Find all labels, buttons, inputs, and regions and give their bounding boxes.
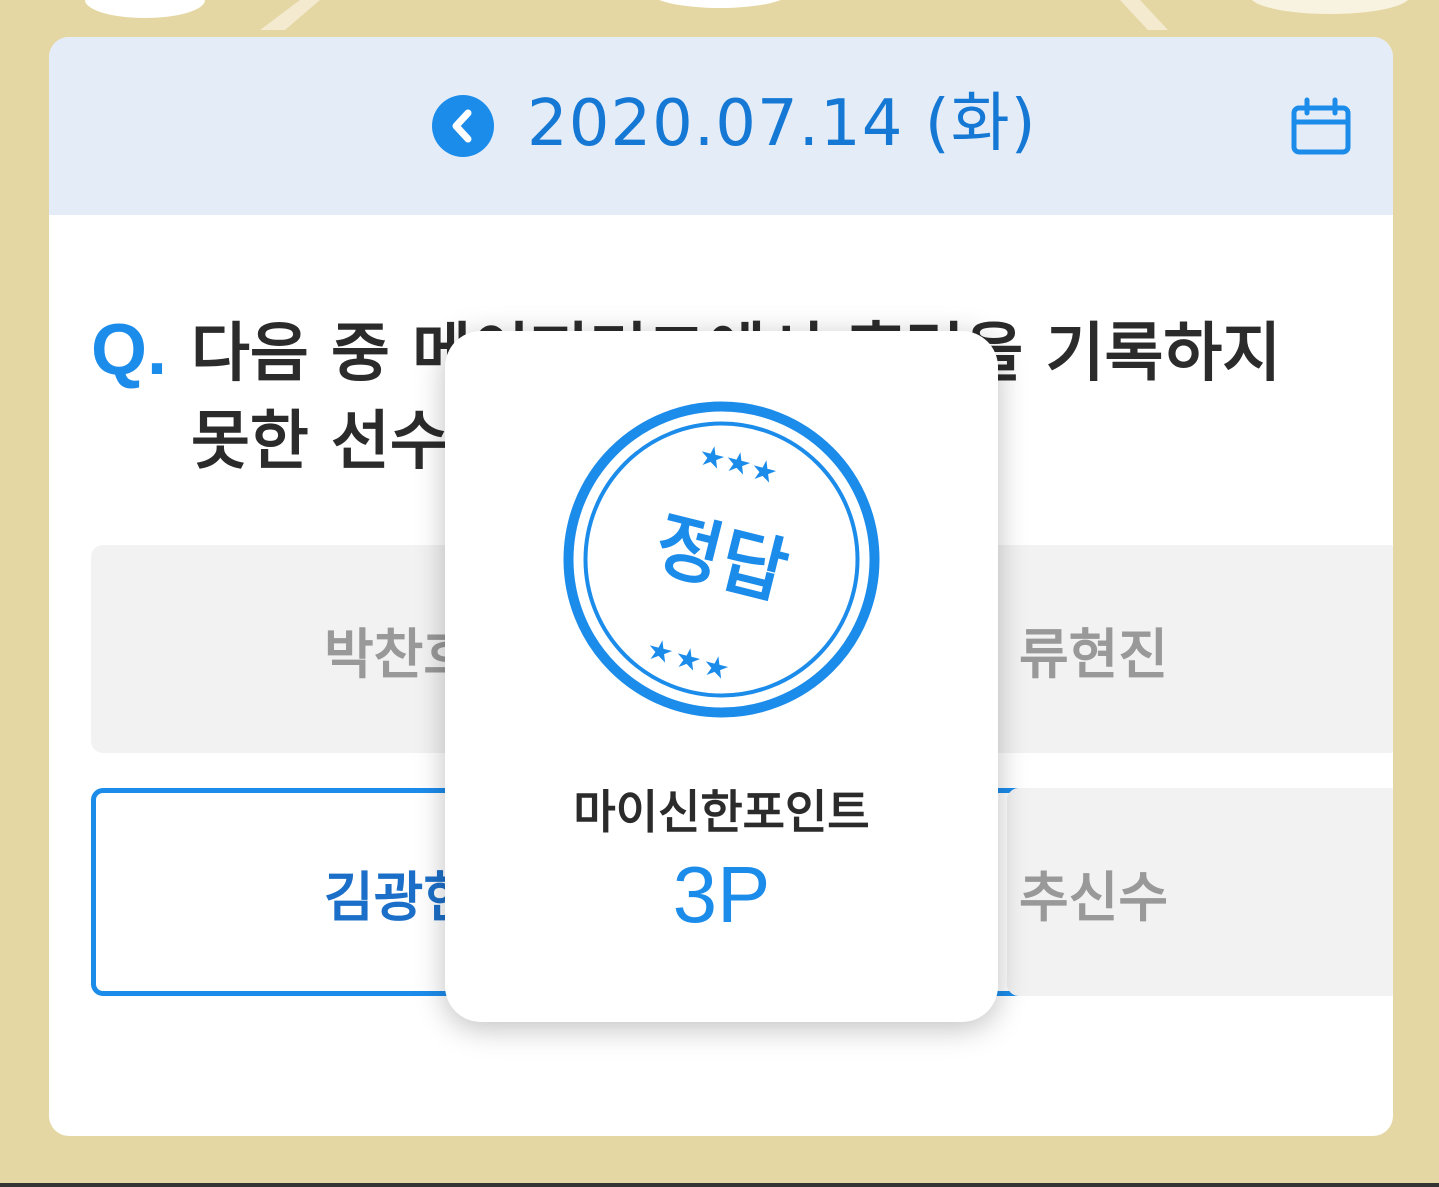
reward-label: 마이신한포인트 <box>573 785 870 839</box>
prev-date-button[interactable] <box>432 95 494 157</box>
star-icon <box>727 452 751 475</box>
date-label: 2020.07.14 (화) <box>527 87 1037 161</box>
star-icon <box>705 656 729 679</box>
star-icon <box>701 446 725 469</box>
reward-value: 3P <box>672 850 771 939</box>
correct-stamp: 정답 <box>563 401 880 718</box>
star-icon <box>649 640 673 663</box>
option-label: 류현진 <box>1018 622 1168 686</box>
stamp-text: 정답 <box>647 501 796 615</box>
result-popup[interactable]: 정답 마이신한포인트 3P <box>445 331 998 1022</box>
option-4[interactable]: 추신수 <box>1007 788 1393 996</box>
bottom-divider <box>0 1183 1439 1187</box>
option-2[interactable]: 류현진 <box>1007 545 1393 753</box>
date-bar: 2020.07.14 (화) <box>49 37 1393 215</box>
top-decoration <box>85 0 1408 30</box>
calendar-icon <box>1291 97 1351 155</box>
star-icon <box>677 648 701 671</box>
question-marker: Q. <box>91 310 168 390</box>
chevron-left-icon <box>452 109 472 143</box>
star-icon <box>753 460 777 483</box>
option-label: 추신수 <box>1018 865 1168 929</box>
calendar-button[interactable] <box>1290 96 1352 158</box>
